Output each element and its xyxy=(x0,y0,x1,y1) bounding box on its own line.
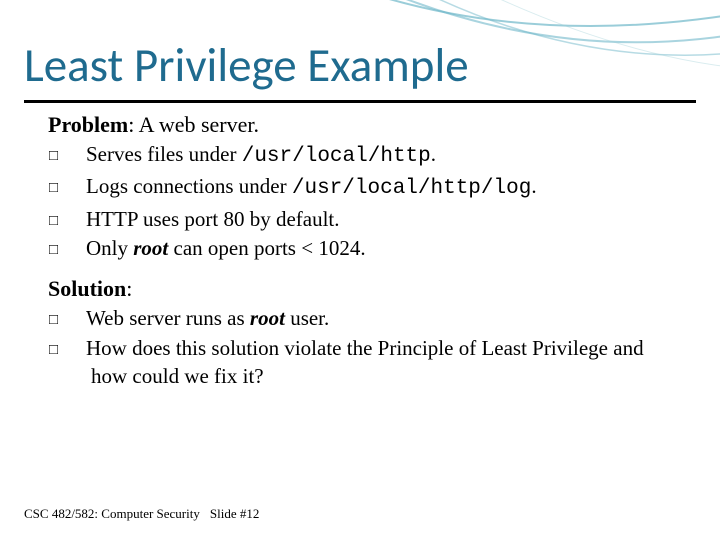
problem-tail: : A web server. xyxy=(128,112,259,137)
slide-number: Slide #12 xyxy=(210,506,259,521)
list-item: □How does this solution violate the Prin… xyxy=(70,334,672,391)
bullet-icon: □ xyxy=(70,146,86,166)
solution-list: □Web server runs as root user. □How does… xyxy=(70,304,672,390)
solution-label: Solution xyxy=(48,276,126,301)
item-text: Web server runs as xyxy=(86,306,250,330)
item-text: Serves files under xyxy=(86,142,242,166)
item-text: . xyxy=(531,174,536,198)
item-text: can open ports < 1024. xyxy=(168,236,365,260)
item-text: . xyxy=(431,142,436,166)
solution-tail: : xyxy=(126,276,132,301)
bullet-icon: □ xyxy=(70,240,86,260)
code-path: /usr/local/http/log xyxy=(292,177,531,200)
course-label: CSC 482/582: Computer Security xyxy=(24,506,200,521)
list-item: □Serves files under /usr/local/http. xyxy=(70,140,672,171)
bullet-icon: □ xyxy=(70,178,86,198)
item-text: Only xyxy=(86,236,133,260)
list-item: □Logs connections under /usr/local/http/… xyxy=(70,172,672,203)
slide-content: Problem: A web server. □Serves files und… xyxy=(48,112,672,404)
bullet-icon: □ xyxy=(70,340,86,360)
slide-footer: CSC 482/582: Computer Security Slide #12 xyxy=(24,506,259,522)
list-item: □Web server runs as root user. xyxy=(70,304,672,332)
emphasis: root xyxy=(133,236,168,260)
emphasis: root xyxy=(250,306,285,330)
title-underline xyxy=(24,100,696,103)
list-item: □Only root can open ports < 1024. xyxy=(70,234,672,262)
item-text: user. xyxy=(285,306,329,330)
code-path: /usr/local/http xyxy=(242,145,431,168)
item-text: HTTP uses port 80 by default. xyxy=(86,207,340,231)
item-text: Logs connections under xyxy=(86,174,292,198)
bullet-icon: □ xyxy=(70,211,86,231)
problem-heading: Problem: A web server. xyxy=(48,112,672,138)
problem-list: □Serves files under /usr/local/http. □Lo… xyxy=(70,140,672,262)
list-item: □HTTP uses port 80 by default. xyxy=(70,205,672,233)
slide-title: Least Privilege Example xyxy=(24,36,469,94)
solution-heading: Solution: xyxy=(48,276,672,302)
bullet-icon: □ xyxy=(70,310,86,330)
problem-label: Problem xyxy=(48,112,128,137)
item-text: How does this solution violate the Princ… xyxy=(86,336,644,388)
